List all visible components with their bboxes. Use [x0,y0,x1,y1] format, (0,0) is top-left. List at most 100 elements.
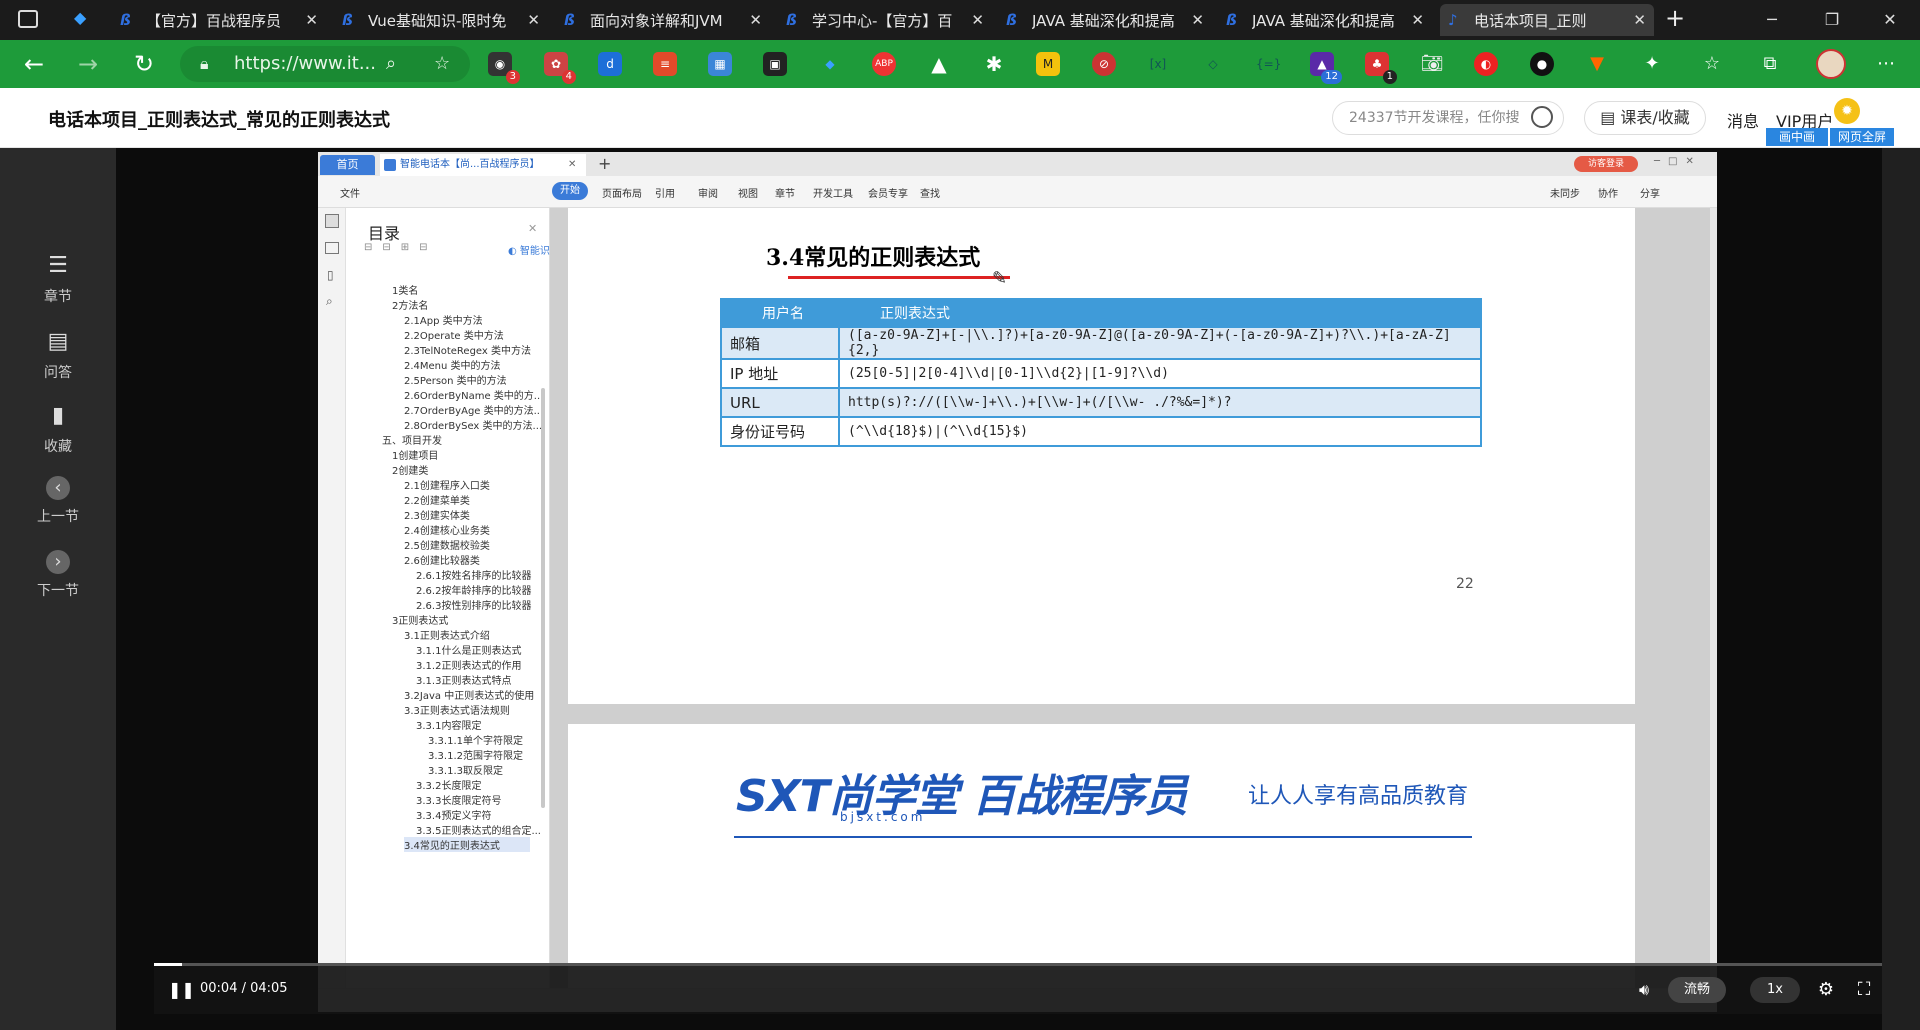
toc-item: 2.6.3按性别排序的比较器 [416,601,532,612]
browser-tab[interactable]: ♪ 电话本项目_正则 ✕ [1440,4,1654,36]
pinned-tab-icon[interactable]: ◆ [74,8,86,27]
browser-tab[interactable]: ß JAVA 基础深化和提高 ✕ [998,4,1212,36]
extension-icon-12[interactable]: ⊘ [1092,52,1116,76]
sidebar-item-3[interactable]: ▮ 收藏 [0,402,116,456]
tab-close-icon[interactable]: ✕ [305,11,318,29]
extension-icon-9[interactable]: ▲ [927,52,951,76]
search-icon[interactable] [1531,106,1553,128]
toc-item: 2.2Operate 类中方法 [404,331,504,342]
profile-avatar[interactable] [1816,49,1846,79]
toc-item: 3.3.3长度限定符号 [416,796,502,807]
site-header: 电话本项目_正则表达式_常见的正则表达式 24337节开发课程，任你搜 ▤ 课表… [0,88,1920,148]
tab-close-icon[interactable]: ✕ [1191,11,1204,29]
extension-icon-11[interactable]: M [1036,52,1060,76]
extension-icon-5[interactable]: ▦ [708,52,732,76]
extension-icon-14[interactable]: ◇ [1201,52,1225,76]
restore-button[interactable]: ❐ [1812,6,1852,34]
toc-pages-icon [325,242,339,254]
sidebar-item-1[interactable]: ☰ 章节 [0,252,116,306]
extension-icon-3[interactable]: d [598,52,622,76]
chapters-icon: ☰ [48,253,68,278]
extension-icon-6[interactable]: ▣ [763,52,787,76]
favorite-add-icon[interactable]: ☆ [434,46,450,82]
site-favicon-icon: ß [120,11,131,29]
toc-side-icons: ▯ ⌕ [318,208,346,1012]
schedule-label: 课表/收藏 [1620,108,1690,127]
volume-icon[interactable]: 🔊︎ [1632,978,1656,1002]
search-input[interactable]: 24337节开发课程，任你搜 [1332,101,1564,135]
browser-tab[interactable]: ß 【官方】百战程序员 ✕ [112,4,326,36]
extension-icon-16[interactable]: ▲ 12 [1310,52,1342,84]
browser-tab[interactable]: ß 学习中心-【官方】百 ✕ [778,4,992,36]
extension-icon-19[interactable]: ◐ [1474,52,1498,76]
refresh-button[interactable]: ↻ [128,48,160,80]
sidebar-item-label: 章节 [44,289,72,305]
toc-item: 2.7OrderByAge 类中的方法... [404,406,544,417]
adblock-icon[interactable]: ABP [872,52,896,76]
schedule-icon: ▤ [1600,108,1621,127]
extension-icon-20[interactable]: ● [1530,52,1554,76]
sidebar-item-2[interactable]: ▤ 问答 [0,328,116,382]
toc-item: 2方法名 [392,301,429,312]
extension-icon-1[interactable]: ◉ 3 [488,52,520,84]
browser-tab[interactable]: ß JAVA 基础深化和提高 ✕ [1218,4,1432,36]
messages-link[interactable]: 消息 [1727,108,1759,132]
back-button[interactable]: ← [18,48,50,80]
collections-icon[interactable]: ⧉ [1758,52,1782,76]
pause-button[interactable]: ❚❚ [168,978,195,1002]
browser-tab-title: 【官方】百战程序员 [146,11,282,30]
browser-tab[interactable]: ß 面向对象详解和JVM ✕ [556,4,770,36]
wps-table-of-contents: ▯ ⌕ 目录 ✕ ⊟⊟⊞⊟ ◐ 智能识别目录 1类名2方法名2.1App 类中方… [318,208,580,1012]
browser-tab[interactable]: ß Vue基础知识-限时免 ✕ [334,4,548,36]
camera-icon[interactable]: 📷︎ [1420,52,1444,76]
metamask-icon[interactable]: ▼ [1585,52,1609,76]
wps-document-tab: 智能电话本【尚...百战程序员】 ✕ [380,154,586,176]
url-field[interactable]: 🔒︎ https://www.it... ⌕ ☆ [180,46,470,82]
settings-gear-icon[interactable]: ⚙ [1814,978,1838,1002]
sidebar-item-4[interactable]: ‹ 上一节 [0,476,116,526]
minimize-button[interactable]: ─ [1752,6,1792,34]
url-text: https://www.it... [234,53,376,74]
wps-tab-bar: 首页 智能电话本【尚...百战程序员】 ✕ + 访客登录 ─□✕ [318,152,1717,176]
extension-icon-17[interactable]: ♣ 1 [1365,52,1397,84]
tab-actions-icon[interactable] [18,10,38,28]
toc-item: 2.5创建数据校验类 [404,541,490,552]
new-tab-button[interactable]: + [1665,4,1685,32]
favorites-icon[interactable]: ☆ [1700,52,1724,76]
sidebar-item-5[interactable]: › 下一节 [0,550,116,600]
speed-selector[interactable]: 1x [1750,977,1800,1003]
picture-in-picture-button[interactable]: 画中画 [1766,128,1828,146]
extension-icon-7[interactable]: ◆ [818,52,842,76]
extension-icon-13[interactable]: [x] [1146,52,1170,76]
prev-icon: ‹ [46,476,70,500]
schedule-favorites-button[interactable]: ▤ 课表/收藏 [1584,101,1706,135]
section-heading: 3.4常见的正则表达式 [766,245,981,271]
site-favicon-icon: ß [564,11,575,29]
extension-icon-15[interactable]: {=} [1256,52,1281,76]
toc-item: 2.1创建程序入口类 [404,481,490,492]
wps-doc-tab-label: 智能电话本【尚...百战程序员】 [400,159,540,170]
zoom-icon[interactable]: ⌕ [386,46,396,82]
toc-item: 2.4Menu 类中的方法 [404,361,501,372]
toc-item: 2.6创建比较器类 [404,556,480,567]
web-fullscreen-button[interactable]: 网页全屏 [1830,128,1894,146]
tab-close-icon[interactable]: ✕ [1411,11,1424,29]
tab-close-icon[interactable]: ✕ [971,11,984,29]
toc-item: 3.3正则表达式语法规则 [404,706,510,717]
extension-icon-4[interactable]: ≡ [653,52,677,76]
sidebar-item-label: 上一节 [37,509,79,525]
close-window-button[interactable]: ✕ [1870,6,1910,34]
tab-close-icon[interactable]: ✕ [527,11,540,29]
tab-close-icon[interactable]: ✕ [1633,11,1646,29]
wps-right-menu-item: 分享 [1640,189,1660,200]
page-title: 电话本项目_正则表达式_常见的正则表达式 [48,110,390,131]
extension-icon-10[interactable]: ✱ [982,52,1006,76]
quality-selector[interactable]: 流畅 [1668,977,1726,1003]
vip-badge-icon: ✹ [1834,98,1860,124]
extension-icon-2[interactable]: ✿ 4 [544,52,576,84]
extensions-menu-icon[interactable]: ✦ [1640,52,1664,76]
browser-tab-title: JAVA 基础深化和提高 [1252,11,1395,30]
tab-close-icon[interactable]: ✕ [749,11,762,29]
more-options-icon[interactable]: ⋯ [1874,52,1898,76]
fullscreen-icon[interactable]: ⛶ [1852,978,1876,1002]
